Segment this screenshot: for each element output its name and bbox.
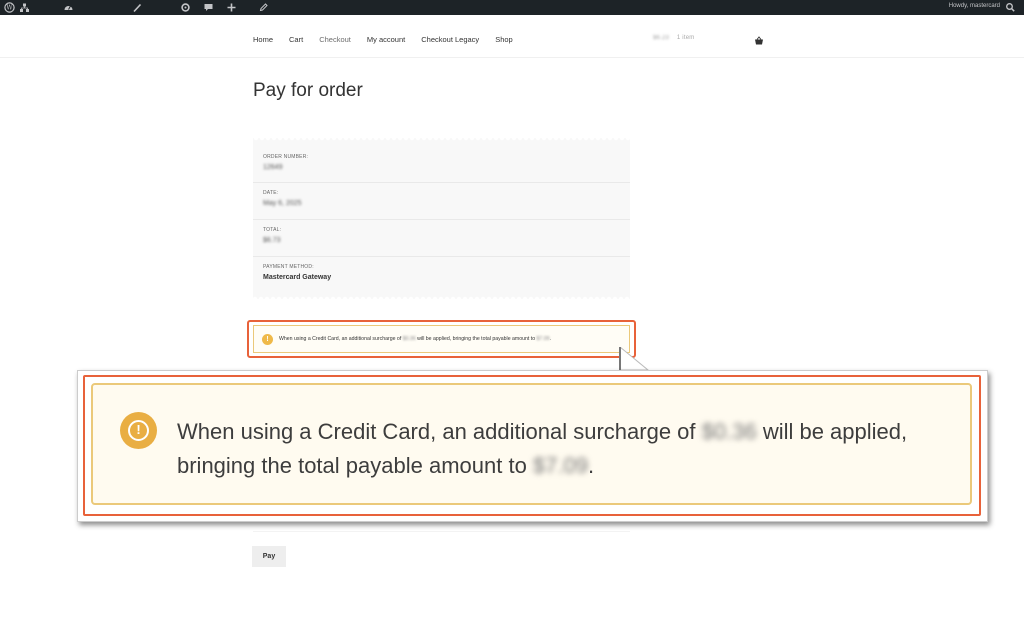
payment-method-value: Mastercard Gateway <box>263 274 332 281</box>
order-number-value: 12649 <box>263 164 283 171</box>
total-payable-amount: $7.09 <box>536 336 550 342</box>
edit-icon[interactable] <box>258 2 269 13</box>
dashboard-icon[interactable] <box>63 2 74 13</box>
surcharge-notice: ! When using a Credit Card, an additiona… <box>253 325 630 353</box>
nav-cart[interactable]: Cart <box>289 35 303 44</box>
nav-checkout[interactable]: Checkout <box>319 35 351 44</box>
order-number-row: ORDER NUMBER: 12649 <box>253 150 630 183</box>
order-details: ORDER NUMBER: 12649 DATE: May 6, 2025 TO… <box>253 138 630 299</box>
svg-text:W: W <box>6 5 13 12</box>
surcharge-notice-text: When using a Credit Card, an additional … <box>279 336 551 342</box>
warning-icon: ! <box>120 412 157 449</box>
cart-count: 1 item <box>676 35 695 41</box>
comments-icon[interactable] <box>203 2 214 13</box>
search-icon[interactable] <box>1005 2 1016 13</box>
nav-my-account[interactable]: My account <box>367 35 405 44</box>
header-cart-summary[interactable]: $6.23 1 item <box>653 35 694 41</box>
cart-amount: $6.23 <box>653 35 670 41</box>
warning-icon: ! <box>262 333 273 345</box>
basket-icon[interactable] <box>754 33 764 45</box>
surcharge-amount: $0.36 <box>701 419 757 444</box>
order-total-value: $6.73 <box>263 237 281 244</box>
updates-icon[interactable] <box>180 2 191 13</box>
order-total-label: TOTAL: <box>263 227 282 233</box>
howdy-user[interactable]: Howdy, mastercard <box>949 3 1000 9</box>
site-network-icon[interactable] <box>19 2 30 13</box>
customize-icon[interactable] <box>132 2 143 13</box>
wordpress-icon[interactable]: W <box>4 2 15 13</box>
order-total-row: TOTAL: $6.73 <box>253 220 630 257</box>
total-payable-amount: $7.09 <box>532 453 588 478</box>
nav-checkout-legacy[interactable]: Checkout Legacy <box>421 35 479 44</box>
order-payment-method-row: PAYMENT METHOD: Mastercard Gateway <box>253 257 630 297</box>
divider <box>253 531 630 532</box>
pay-button[interactable]: Pay <box>252 546 286 567</box>
surcharge-amount: $0.36 <box>402 336 416 342</box>
primary-navigation: Home Cart Checkout My account Checkout L… <box>253 35 529 44</box>
surcharge-notice-zoomed: ! When using a Credit Card, an additiona… <box>91 383 972 505</box>
order-date-row: DATE: May 6, 2025 <box>253 183 630 220</box>
order-number-label: ORDER NUMBER: <box>263 154 309 160</box>
callout-pointer <box>619 347 650 371</box>
page-title: Pay for order <box>253 80 363 101</box>
payment-method-label: PAYMENT METHOD: <box>263 264 314 270</box>
new-icon[interactable] <box>226 2 237 13</box>
surcharge-notice-text-zoomed: When using a Credit Card, an additional … <box>177 419 908 478</box>
nav-shop[interactable]: Shop <box>495 35 513 44</box>
nav-home[interactable]: Home <box>253 35 273 44</box>
admin-bar: W Howdy, mastercard <box>0 0 1024 15</box>
order-date-value: May 6, 2025 <box>263 200 302 207</box>
site-header: Home Cart Checkout My account Checkout L… <box>0 15 1024 58</box>
order-date-label: DATE: <box>263 190 279 196</box>
